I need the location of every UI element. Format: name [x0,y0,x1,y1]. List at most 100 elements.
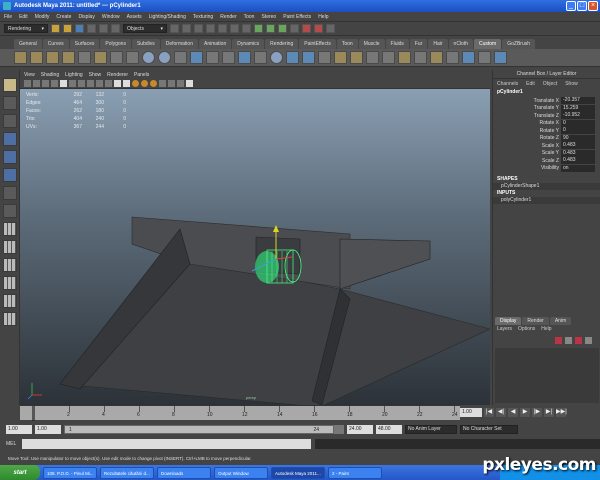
select-component-icon[interactable] [111,24,120,33]
layer-menu-help[interactable]: Help [541,326,551,332]
layer-move-icon[interactable] [585,337,592,344]
menu-create[interactable]: Create [56,14,71,20]
single-perspective-layout-icon[interactable] [2,222,17,236]
hypershade-layout-icon[interactable] [2,294,17,308]
go-to-end-button[interactable]: ▶▶| [556,408,567,417]
menu-modify[interactable]: Modify [35,14,50,20]
shelf-tool-icon[interactable] [62,51,75,64]
menu-edit[interactable]: Edit [19,14,28,20]
move-tool-icon[interactable] [2,132,17,146]
shelf-cube-icon[interactable] [286,51,299,64]
shelf-tool-icon[interactable] [174,51,187,64]
safe-action-icon[interactable] [105,80,112,87]
menu-set-dropdown[interactable]: Rendering ▾ [4,24,48,33]
shelf-tool-icon[interactable] [478,51,491,64]
layer-menu-layers[interactable]: Layers [497,326,512,332]
select-dynamics-icon[interactable] [230,24,239,33]
layer-menu-options[interactable]: Options [518,326,535,332]
layer-tab-anim[interactable]: Anim [549,317,572,325]
start-button[interactable]: start [0,465,40,480]
command-language-label[interactable]: MEL [6,441,18,447]
field-chart-icon[interactable] [96,80,103,87]
shelf-sphere-icon[interactable] [158,51,171,64]
panel-menu-show[interactable]: Show [89,72,102,78]
layer-tab-render[interactable]: Render [522,317,549,325]
play-forwards-button[interactable]: ▶ [520,408,530,417]
shelf-tool-icon[interactable] [430,51,443,64]
snap-point-icon[interactable] [278,24,287,33]
shelf-tab-toon[interactable]: Toon [336,39,358,49]
shadows-icon[interactable] [168,80,175,87]
shelf-tab-hair[interactable]: Hair [428,39,448,49]
select-hierarchy-icon[interactable] [87,24,96,33]
wireframe-icon[interactable] [114,80,121,87]
default-material-icon[interactable] [132,80,139,87]
playback-end-field[interactable]: 24.00 [347,424,373,434]
shelf-tool-icon[interactable] [318,51,331,64]
taskbar-item[interactable]: 108. P.O.D. - Pinul Mi... [43,466,97,479]
shelf-cylinder-icon[interactable] [302,51,315,64]
shelf-tab-fluids[interactable]: Fluids [385,39,409,49]
shelf-tab-rendering[interactable]: Rendering [265,39,299,49]
render-icon[interactable] [302,24,311,33]
scale-tool-icon[interactable] [2,168,17,182]
attribute-value-field[interactable]: -20.357 [561,97,595,105]
minimize-button[interactable]: _ [566,1,576,11]
channel-menu-show[interactable]: Show [565,81,578,87]
shelf-tab-deformation[interactable]: Deformation [160,39,198,49]
shelf-tab-animation[interactable]: Animation [198,39,232,49]
step-forward-key-button[interactable]: |▶ [532,408,542,417]
attribute-value-field[interactable]: 15.259 [561,104,595,112]
smooth-shade-icon[interactable] [123,80,130,87]
layer-tab-display[interactable]: Display [495,317,522,325]
camera-icon[interactable] [24,80,31,87]
shelf-tool-icon[interactable] [382,51,395,64]
shelf-tab-painteffects[interactable]: PaintEffects [299,39,336,49]
shelf-sphere-icon[interactable] [142,51,155,64]
menu-texturing[interactable]: Texturing [193,14,213,20]
render-settings-icon[interactable] [326,24,335,33]
shelf-tool-icon[interactable] [366,51,379,64]
shelf-tool-icon[interactable] [350,51,363,64]
play-backwards-button[interactable]: ◀ [508,408,518,417]
shelf-tool-icon[interactable] [462,51,475,64]
new-layer-icon[interactable] [555,337,562,344]
attribute-value-field[interactable]: 90 [561,134,595,142]
four-view-layout-icon[interactable] [2,240,17,254]
new-layer-selected-icon[interactable] [565,337,572,344]
history-icon[interactable] [290,24,299,33]
layer-options-icon[interactable] [575,337,582,344]
shelf-tab-surfaces[interactable]: Surfaces [69,39,100,49]
go-to-start-button[interactable]: |◀ [484,408,494,417]
time-slider-playhead[interactable] [32,406,35,421]
channel-menu-edit[interactable]: Edit [526,81,535,87]
taskbar-item[interactable]: Rezultatele căutării d... [100,466,154,479]
shelf-tool-icon[interactable] [46,51,59,64]
isolate-select-icon[interactable] [186,80,193,87]
select-handles-icon[interactable] [170,24,179,33]
select-surfaces-icon[interactable] [206,24,215,33]
wireframe-on-shaded-icon[interactable] [141,80,148,87]
shelf-tool-icon[interactable] [30,51,43,64]
shelf-tab-muscle[interactable]: Muscle [358,39,385,49]
xray-icon[interactable] [177,80,184,87]
shelf-tab-polygons[interactable]: Polygons [100,39,131,49]
step-back-key-button[interactable]: ◀| [496,408,506,417]
menu-window[interactable]: Window [102,14,120,20]
textured-icon[interactable] [150,80,157,87]
close-button[interactable]: × [588,1,598,11]
shelf-tool-icon[interactable] [238,51,251,64]
anim-layer-dropdown[interactable]: No Anim Layer [405,424,457,434]
menu-render[interactable]: Render [220,14,236,20]
save-scene-icon[interactable] [75,24,84,33]
rotate-tool-icon[interactable] [2,150,17,164]
selection-mask-dropdown[interactable]: Objects ▾ [123,24,167,33]
shape-node[interactable]: pCylinderShape1 [493,183,600,190]
resolution-gate-icon[interactable] [78,80,85,87]
shelf-tab-fur[interactable]: Fur [409,39,428,49]
paint-select-tool-icon[interactable] [2,114,17,128]
bookmark-icon[interactable] [42,80,49,87]
attribute-value-field[interactable]: 0.483 [561,142,595,150]
select-curves-icon[interactable] [194,24,203,33]
image-plane-icon[interactable] [51,80,58,87]
